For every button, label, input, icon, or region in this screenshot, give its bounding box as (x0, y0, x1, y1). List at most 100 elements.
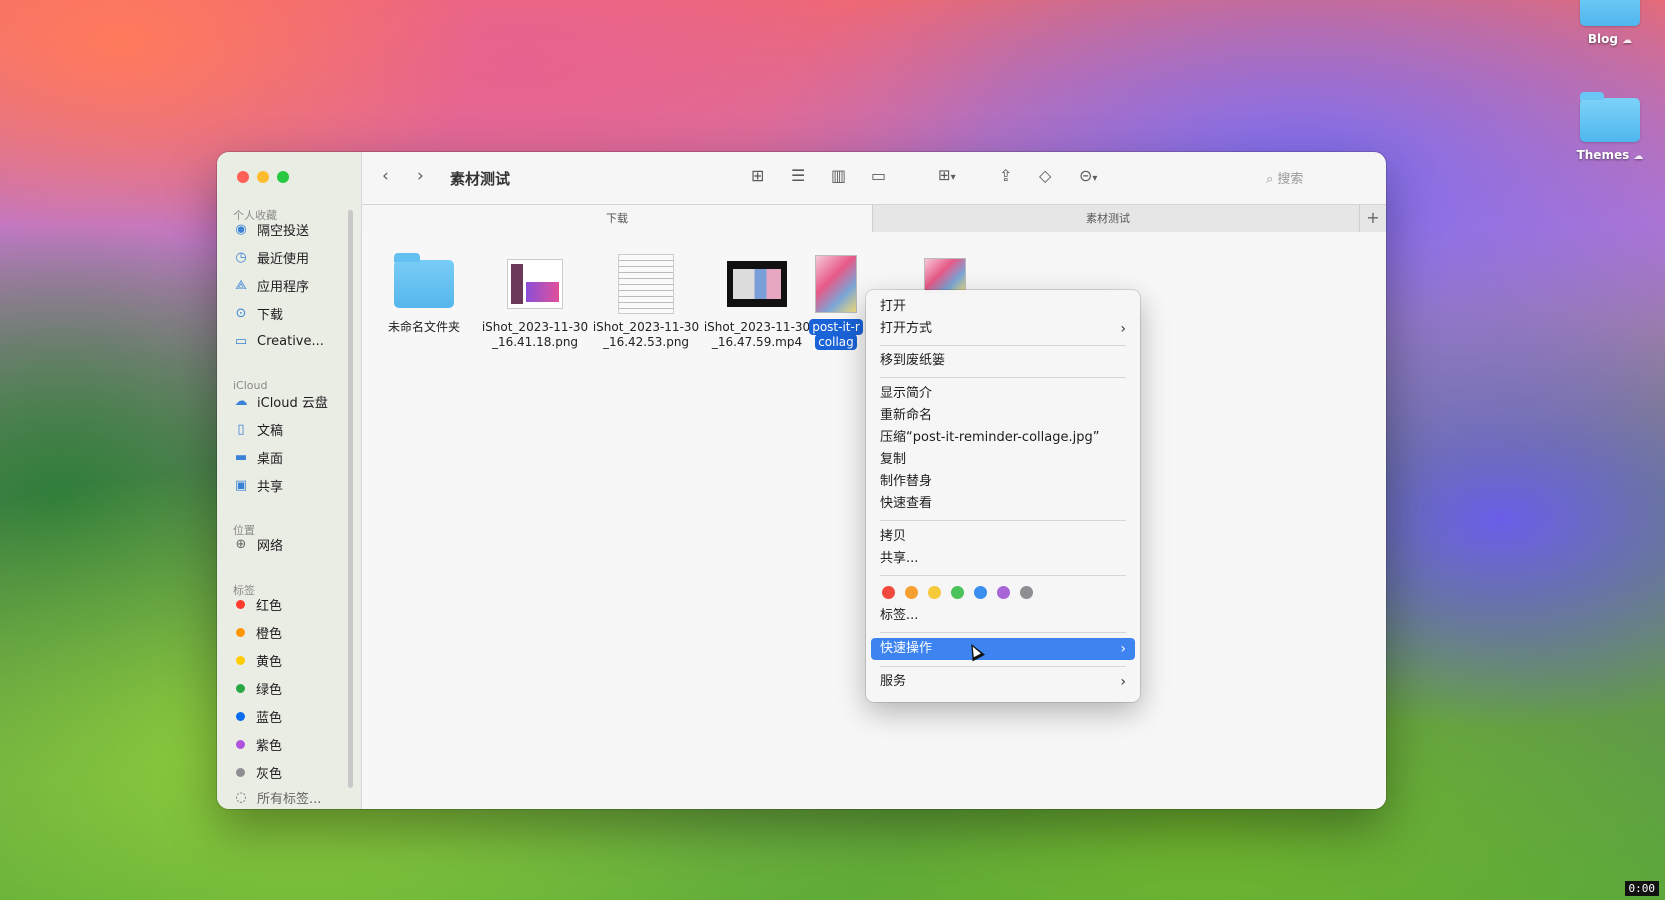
sidebar-item-label: 网络 (257, 538, 284, 554)
menu-separator (880, 377, 1126, 378)
sidebar-item-tag-yellow[interactable]: 黄色 (233, 650, 282, 670)
menu-item-label: 重新命名 (880, 408, 933, 423)
menu-item-label: 共享... (880, 551, 919, 566)
menu-item-quick-look[interactable]: 快速查看 (880, 494, 1126, 514)
clock-readout: 0:00 (1624, 881, 1659, 896)
minimize-button[interactable] (257, 171, 269, 183)
sidebar-item-network[interactable]: ⊕ 网络 (233, 534, 283, 554)
chevron-right-icon: › (417, 166, 424, 186)
tag-color-yellow[interactable] (928, 586, 941, 599)
sidebar-item-label: 下载 (257, 307, 284, 323)
close-button[interactable] (237, 171, 249, 183)
folder-icon: ▭ (234, 333, 248, 349)
sidebar-item-label: 蓝色 (256, 710, 283, 726)
menu-item-get-info[interactable]: 显示简介 (880, 384, 1126, 404)
file-name: 未命名文件夹 (387, 320, 460, 334)
sidebar-item-tag-gray[interactable]: 灰色 (233, 762, 282, 782)
menu-item-move-to-trash[interactable]: 移到废纸篓 (880, 351, 1126, 371)
sidebar-item-airdrop[interactable]: ◉ 隔空投送 (233, 219, 309, 239)
chevron-right-icon: › (1120, 674, 1126, 690)
list-view-button[interactable]: ☰ (791, 166, 805, 185)
icon-view-button[interactable]: ⊞ (751, 166, 764, 185)
tag-color-orange[interactable] (905, 586, 918, 599)
desktop-folder-blog[interactable]: Blog ☁ (1565, 0, 1655, 46)
sidebar-item-tag-blue[interactable]: 蓝色 (233, 706, 282, 726)
sidebar-item-applications[interactable]: ⟁ 应用程序 (233, 275, 309, 295)
sidebar-item-label: 灰色 (256, 766, 283, 782)
menu-item-compress[interactable]: 压缩“post-it-reminder-collage.jpg” (880, 428, 1126, 448)
sidebar-item-recents[interactable]: ◷ 最近使用 (233, 247, 309, 267)
sidebar-item-documents[interactable]: ▯ 文稿 (233, 419, 283, 439)
chevron-left-icon: ‹ (382, 166, 389, 186)
sidebar-scrollbar[interactable] (348, 210, 353, 788)
menu-item-tags[interactable]: 标签... (880, 606, 1126, 626)
menu-item-services[interactable]: 服务 › (880, 672, 1126, 692)
chevron-down-icon: ▾ (950, 172, 956, 183)
desktop-icon: ▬ (234, 449, 248, 465)
zoom-button[interactable] (277, 171, 289, 183)
photo-thumbnail (924, 258, 966, 294)
menu-item-open[interactable]: 打开 (880, 297, 1126, 317)
menu-item-duplicate[interactable]: 复制 (880, 450, 1126, 470)
video-thumbnail (727, 261, 787, 307)
sidebar-item-all-tags[interactable]: ◌ 所有标签... (233, 790, 321, 804)
forward-button[interactable]: › (417, 166, 424, 186)
sidebar-item-tag-orange[interactable]: 橙色 (233, 622, 282, 642)
menu-item-share[interactable]: 共享... (880, 549, 1126, 569)
sidebar-item-label: 最近使用 (257, 251, 310, 267)
sidebar-item-label: 绿色 (256, 682, 283, 698)
menu-separator (880, 345, 1126, 346)
sidebar-item-label: 红色 (256, 598, 283, 614)
tag-color-blue[interactable] (974, 586, 987, 599)
chevron-right-icon: › (1120, 321, 1126, 337)
tag-color-green[interactable] (951, 586, 964, 599)
file-item-folder[interactable]: 未命名文件夹 (370, 248, 478, 335)
sidebar-item-icloud-drive[interactable]: ☁ iCloud 云盘 (233, 391, 328, 411)
file-name: iShot_2023-11-30 (481, 320, 589, 334)
back-button[interactable]: ‹ (382, 166, 389, 186)
sidebar-item-downloads[interactable]: ⊙ 下载 (233, 303, 283, 323)
tag-button[interactable]: ◇ (1039, 166, 1051, 185)
share-button[interactable]: ⇪ (999, 166, 1012, 185)
sidebar-item-desktop[interactable]: ▬ 桌面 (233, 447, 283, 467)
new-tab-button[interactable]: + (1359, 205, 1386, 232)
tab-material-test[interactable]: 素材测试 (873, 205, 1343, 232)
group-button[interactable]: ⊞▾ (938, 166, 956, 184)
tag-icon: ◌ (235, 790, 247, 804)
tag-color-red[interactable] (882, 586, 895, 599)
sidebar-item-label: Creative... (257, 333, 324, 349)
file-item-selected-jpg[interactable]: post-it-r collag (806, 248, 866, 350)
sidebar-item-tag-purple[interactable]: 紫色 (233, 734, 282, 754)
sidebar-item-shared[interactable]: ▣ 共享 (233, 475, 283, 495)
tag-color-gray[interactable] (1020, 586, 1033, 599)
menu-item-make-alias[interactable]: 制作替身 (880, 472, 1126, 492)
sidebar-item-creative[interactable]: ▭ Creative... (233, 331, 324, 351)
file-item-png1[interactable]: iShot_2023-11-30 _16.41.18.png (481, 248, 589, 350)
chevron-down-icon: ▾ (1092, 173, 1098, 184)
desktop-folder-themes[interactable]: Themes ☁ (1565, 92, 1655, 162)
menu-item-open-with[interactable]: 打开方式 › (880, 319, 1126, 339)
menu-item-copy[interactable]: 拷贝 (880, 527, 1126, 547)
column-view-button[interactable]: ▥ (831, 166, 846, 185)
toolbar: ‹ › 素材测试 ⊞ ☰ ▥ ▭ ⊞▾ ⇪ ◇ ⊝▾ ⌕ 搜索 (362, 152, 1386, 204)
menu-item-label: 快速查看 (880, 496, 933, 511)
menu-item-quick-actions[interactable]: 快速操作 › (871, 638, 1135, 660)
search-field[interactable]: ⌕ 搜索 (1266, 168, 1303, 187)
menu-item-rename[interactable]: 重新命名 (880, 406, 1126, 426)
window-title: 素材测试 (450, 170, 511, 188)
tag-color-purple[interactable] (997, 586, 1010, 599)
grid-icon: ⊞ (751, 166, 765, 185)
sidebar-item-tag-green[interactable]: 绿色 (233, 678, 282, 698)
more-actions-button[interactable]: ⊝▾ (1079, 166, 1097, 185)
tab-downloads[interactable]: 下载 (362, 205, 873, 232)
tag-dot-icon (236, 627, 245, 637)
file-item-mp4[interactable]: iShot_2023-11-30 _16.47.59.mp4 (703, 248, 811, 350)
ellipsis-circle-icon: ⊝ (1079, 166, 1093, 185)
gallery-view-button[interactable]: ▭ (871, 166, 886, 185)
folder-icon (1580, 0, 1640, 26)
file-name: iShot_2023-11-30 (703, 320, 811, 334)
file-name-line2: _16.47.59.mp4 (711, 335, 803, 349)
sidebar-item-tag-red[interactable]: 红色 (233, 594, 282, 614)
context-menu: 打开 打开方式 › 移到废纸篓 显示简介 重新命名 压缩“post-it-remi… (866, 290, 1140, 702)
file-item-png2[interactable]: iShot_2023-11-30 _16.42.53.png (592, 248, 700, 350)
